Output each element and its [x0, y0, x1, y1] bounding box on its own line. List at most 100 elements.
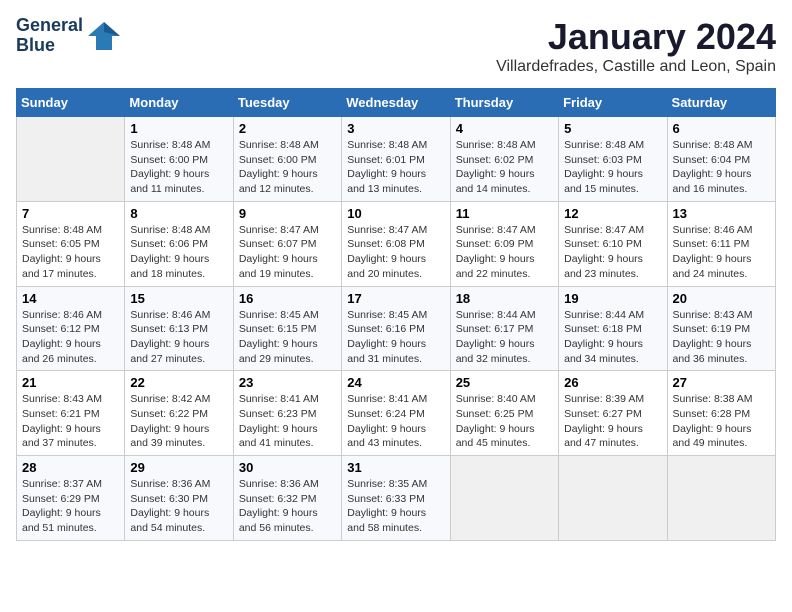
calendar-cell: 29 Sunrise: 8:36 AM Sunset: 6:30 PM Dayli…	[125, 456, 233, 541]
logo-line2: Blue	[16, 35, 55, 55]
calendar-cell: 7Sunrise: 8:48 AM Sunset: 6:05 PM Daylig…	[17, 201, 125, 286]
day-number: 31	[347, 460, 444, 475]
calendar-table: SundayMondayTuesdayWednesdayThursdayFrid…	[16, 88, 776, 541]
logo: General Blue	[16, 16, 122, 56]
calendar-cell: 10 Sunrise: 8:47 AM Sunset: 6:08 PM Dayli…	[342, 201, 450, 286]
calendar-cell: 20 Sunrise: 8:43 AM Sunset: 6:19 PM Dayli…	[667, 286, 775, 371]
day-info: Sunrise: 8:41 AM Sunset: 6:23 PM Dayligh…	[239, 392, 336, 451]
weekday-header-row: SundayMondayTuesdayWednesdayThursdayFrid…	[17, 89, 776, 117]
day-info: Sunrise: 8:41 AM Sunset: 6:24 PM Dayligh…	[347, 392, 444, 451]
calendar-cell: 22 Sunrise: 8:42 AM Sunset: 6:22 PM Dayli…	[125, 371, 233, 456]
month-title: January 2024	[496, 16, 776, 58]
calendar-body: 1Sunrise: 8:48 AM Sunset: 6:00 PM Daylig…	[17, 117, 776, 541]
day-number: 24	[347, 375, 444, 390]
calendar-cell: 31Sunrise: 8:35 AM Sunset: 6:33 PM Dayli…	[342, 456, 450, 541]
weekday-header-sunday: Sunday	[17, 89, 125, 117]
day-info: Sunrise: 8:43 AM Sunset: 6:19 PM Dayligh…	[673, 308, 770, 367]
calendar-cell: 16 Sunrise: 8:45 AM Sunset: 6:15 PM Dayli…	[233, 286, 341, 371]
calendar-cell: 23 Sunrise: 8:41 AM Sunset: 6:23 PM Dayli…	[233, 371, 341, 456]
day-info: Sunrise: 8:44 AM Sunset: 6:18 PM Dayligh…	[564, 308, 661, 367]
calendar-cell: 9 Sunrise: 8:47 AM Sunset: 6:07 PM Daylig…	[233, 201, 341, 286]
calendar-cell: 17Sunrise: 8:45 AM Sunset: 6:16 PM Dayli…	[342, 286, 450, 371]
day-number: 14	[22, 291, 119, 306]
day-info: Sunrise: 8:46 AM Sunset: 6:12 PM Dayligh…	[22, 308, 119, 367]
calendar-week-row: 1Sunrise: 8:48 AM Sunset: 6:00 PM Daylig…	[17, 117, 776, 202]
day-info: Sunrise: 8:47 AM Sunset: 6:09 PM Dayligh…	[456, 223, 553, 282]
calendar-cell: 27 Sunrise: 8:38 AM Sunset: 6:28 PM Dayli…	[667, 371, 775, 456]
calendar-cell: 28Sunrise: 8:37 AM Sunset: 6:29 PM Dayli…	[17, 456, 125, 541]
day-number: 15	[130, 291, 227, 306]
day-info: Sunrise: 8:40 AM Sunset: 6:25 PM Dayligh…	[456, 392, 553, 451]
day-number: 1	[130, 121, 227, 136]
calendar-cell: 12 Sunrise: 8:47 AM Sunset: 6:10 PM Dayli…	[559, 201, 667, 286]
day-number: 3	[347, 121, 444, 136]
day-number: 28	[22, 460, 119, 475]
day-info: Sunrise: 8:39 AM Sunset: 6:27 PM Dayligh…	[564, 392, 661, 451]
calendar-cell: 21 Sunrise: 8:43 AM Sunset: 6:21 PM Dayli…	[17, 371, 125, 456]
calendar-cell: 19 Sunrise: 8:44 AM Sunset: 6:18 PM Dayli…	[559, 286, 667, 371]
day-info: Sunrise: 8:43 AM Sunset: 6:21 PM Dayligh…	[22, 392, 119, 451]
day-info: Sunrise: 8:47 AM Sunset: 6:08 PM Dayligh…	[347, 223, 444, 282]
day-info: Sunrise: 8:46 AM Sunset: 6:11 PM Dayligh…	[673, 223, 770, 282]
day-info: Sunrise: 8:48 AM Sunset: 6:02 PM Dayligh…	[456, 138, 553, 197]
day-number: 26	[564, 375, 661, 390]
day-number: 17	[347, 291, 444, 306]
day-number: 2	[239, 121, 336, 136]
day-info: Sunrise: 8:46 AM Sunset: 6:13 PM Dayligh…	[130, 308, 227, 367]
day-info: Sunrise: 8:45 AM Sunset: 6:15 PM Dayligh…	[239, 308, 336, 367]
day-info: Sunrise: 8:48 AM Sunset: 6:03 PM Dayligh…	[564, 138, 661, 197]
day-number: 8	[130, 206, 227, 221]
calendar-cell: 1Sunrise: 8:48 AM Sunset: 6:00 PM Daylig…	[125, 117, 233, 202]
weekday-header-thursday: Thursday	[450, 89, 558, 117]
day-number: 11	[456, 206, 553, 221]
day-number: 30	[239, 460, 336, 475]
calendar-cell: 24 Sunrise: 8:41 AM Sunset: 6:24 PM Dayli…	[342, 371, 450, 456]
day-number: 29	[130, 460, 227, 475]
day-info: Sunrise: 8:48 AM Sunset: 6:01 PM Dayligh…	[347, 138, 444, 197]
weekday-header-saturday: Saturday	[667, 89, 775, 117]
day-number: 16	[239, 291, 336, 306]
day-number: 19	[564, 291, 661, 306]
day-info: Sunrise: 8:42 AM Sunset: 6:22 PM Dayligh…	[130, 392, 227, 451]
calendar-cell: 5 Sunrise: 8:48 AM Sunset: 6:03 PM Daylig…	[559, 117, 667, 202]
day-info: Sunrise: 8:38 AM Sunset: 6:28 PM Dayligh…	[673, 392, 770, 451]
calendar-week-row: 21 Sunrise: 8:43 AM Sunset: 6:21 PM Dayli…	[17, 371, 776, 456]
day-info: Sunrise: 8:48 AM Sunset: 6:04 PM Dayligh…	[673, 138, 770, 197]
day-info: Sunrise: 8:36 AM Sunset: 6:30 PM Dayligh…	[130, 477, 227, 536]
calendar-cell	[559, 456, 667, 541]
day-info: Sunrise: 8:48 AM Sunset: 6:06 PM Dayligh…	[130, 223, 227, 282]
calendar-cell: 18Sunrise: 8:44 AM Sunset: 6:17 PM Dayli…	[450, 286, 558, 371]
day-info: Sunrise: 8:47 AM Sunset: 6:07 PM Dayligh…	[239, 223, 336, 282]
header: General Blue January 2024 Villardefrades…	[16, 16, 776, 76]
calendar-cell	[450, 456, 558, 541]
calendar-cell: 13Sunrise: 8:46 AM Sunset: 6:11 PM Dayli…	[667, 201, 775, 286]
day-number: 9	[239, 206, 336, 221]
day-number: 22	[130, 375, 227, 390]
logo-text: General Blue	[16, 16, 83, 56]
calendar-cell: 25Sunrise: 8:40 AM Sunset: 6:25 PM Dayli…	[450, 371, 558, 456]
calendar-cell: 26 Sunrise: 8:39 AM Sunset: 6:27 PM Dayli…	[559, 371, 667, 456]
day-info: Sunrise: 8:36 AM Sunset: 6:32 PM Dayligh…	[239, 477, 336, 536]
weekday-header-wednesday: Wednesday	[342, 89, 450, 117]
day-number: 5	[564, 121, 661, 136]
calendar-cell	[667, 456, 775, 541]
calendar-cell: 2Sunrise: 8:48 AM Sunset: 6:00 PM Daylig…	[233, 117, 341, 202]
day-number: 4	[456, 121, 553, 136]
day-number: 23	[239, 375, 336, 390]
logo-bird-icon	[86, 18, 122, 54]
day-number: 10	[347, 206, 444, 221]
day-number: 27	[673, 375, 770, 390]
day-number: 7	[22, 206, 119, 221]
day-number: 21	[22, 375, 119, 390]
calendar-cell: 14 Sunrise: 8:46 AM Sunset: 6:12 PM Dayli…	[17, 286, 125, 371]
day-number: 12	[564, 206, 661, 221]
day-number: 20	[673, 291, 770, 306]
day-number: 6	[673, 121, 770, 136]
day-info: Sunrise: 8:47 AM Sunset: 6:10 PM Dayligh…	[564, 223, 661, 282]
calendar-cell: 6 Sunrise: 8:48 AM Sunset: 6:04 PM Daylig…	[667, 117, 775, 202]
logo-line1: General	[16, 15, 83, 35]
calendar-header: SundayMondayTuesdayWednesdayThursdayFrid…	[17, 89, 776, 117]
calendar-cell	[17, 117, 125, 202]
calendar-week-row: 28Sunrise: 8:37 AM Sunset: 6:29 PM Dayli…	[17, 456, 776, 541]
day-info: Sunrise: 8:44 AM Sunset: 6:17 PM Dayligh…	[456, 308, 553, 367]
